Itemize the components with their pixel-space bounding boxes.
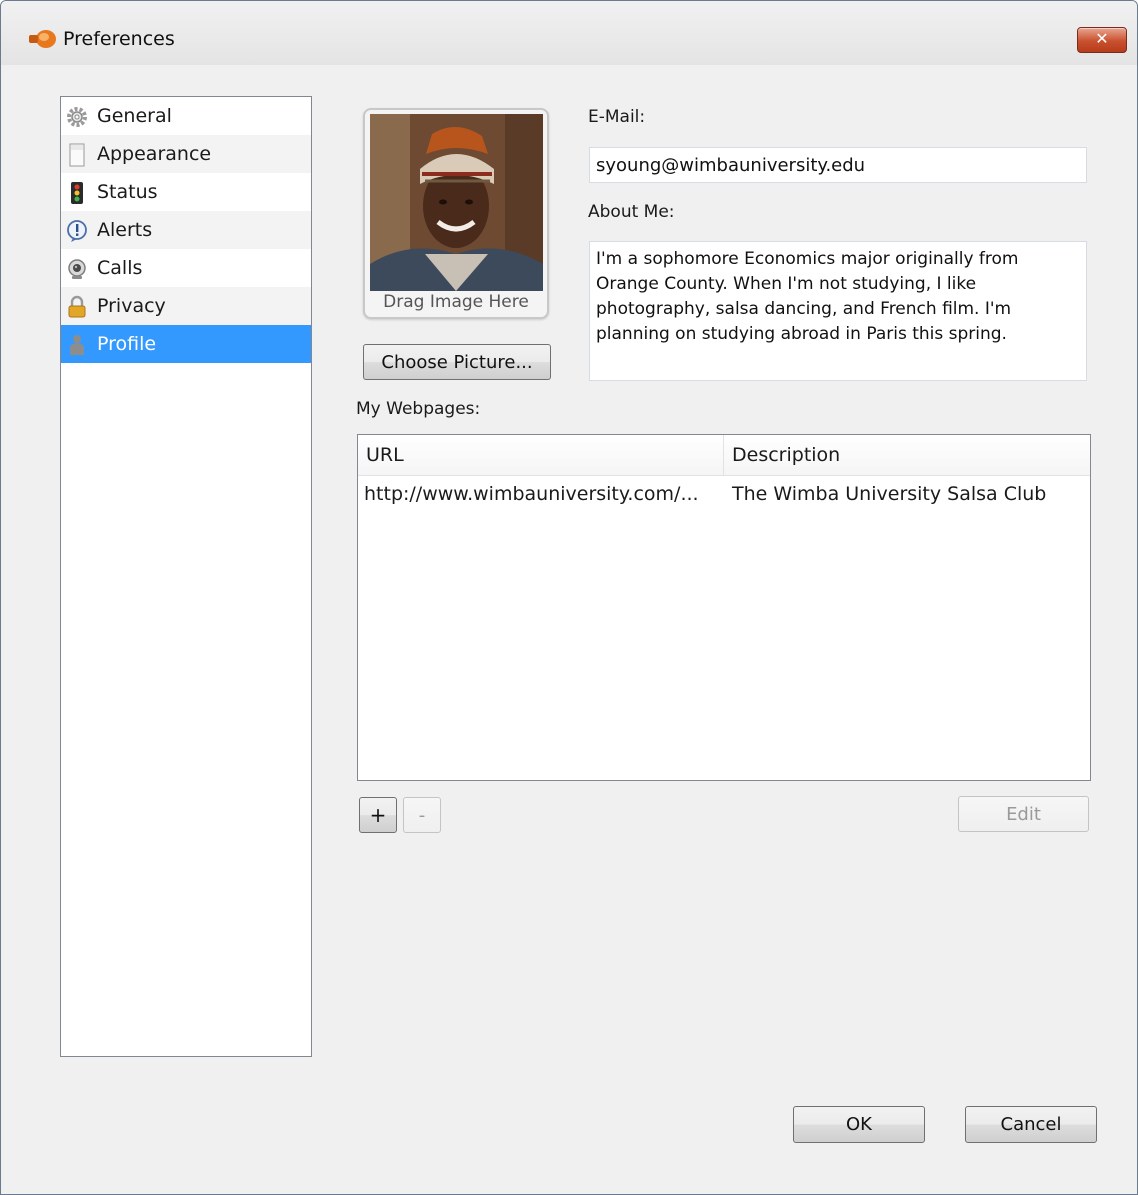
webpages-table: URL Description http://www.wimbauniversi… xyxy=(357,434,1091,781)
lock-icon xyxy=(68,295,86,318)
preferences-window: Preferences ✕ General Appearance Status … xyxy=(0,0,1138,1195)
title-bar: Preferences ✕ xyxy=(1,1,1137,66)
profile-photo-dropzone[interactable]: Drag Image Here xyxy=(363,108,549,319)
edit-webpage-button[interactable]: Edit xyxy=(958,796,1089,832)
remove-webpage-button[interactable]: - xyxy=(403,797,441,833)
close-button[interactable]: ✕ xyxy=(1077,27,1127,53)
traffic-light-icon xyxy=(71,182,83,204)
sidebar-item-label: Calls xyxy=(97,257,143,279)
person-icon xyxy=(70,335,84,355)
column-header-url[interactable]: URL xyxy=(358,435,724,475)
add-webpage-button[interactable]: + xyxy=(359,797,397,833)
ok-button[interactable]: OK xyxy=(793,1106,925,1143)
cell-url: http://www.wimbauniversity.com/... xyxy=(364,483,699,505)
sidebar-item-label: Privacy xyxy=(97,295,166,317)
sidebar-item-privacy[interactable]: Privacy xyxy=(61,287,311,325)
choose-picture-button[interactable]: Choose Picture... xyxy=(363,344,551,380)
table-header: URL Description xyxy=(358,435,1090,476)
sidebar-item-label: Profile xyxy=(97,333,157,355)
sidebar-item-label: General xyxy=(97,105,172,127)
sidebar-item-label: Appearance xyxy=(97,143,212,165)
cancel-button[interactable]: Cancel xyxy=(965,1106,1097,1143)
window-title: Preferences xyxy=(63,28,175,50)
column-header-description[interactable]: Description xyxy=(724,435,1090,475)
sidebar-item-label: Alerts xyxy=(97,219,153,241)
sidebar-item-label: Status xyxy=(97,181,158,203)
profile-photo xyxy=(370,114,543,291)
webcam-icon xyxy=(68,259,86,279)
about-me-label: About Me: xyxy=(588,202,675,222)
app-logo-icon xyxy=(29,30,56,48)
page-icon xyxy=(69,143,85,167)
about-me-field[interactable]: I'm a sophomore Economics major original… xyxy=(589,241,1087,381)
sidebar-item-appearance[interactable]: Appearance xyxy=(61,135,311,173)
sidebar-item-profile[interactable]: Profile xyxy=(61,325,311,363)
sidebar-item-general[interactable]: General xyxy=(61,97,311,135)
email-label: E-Mail: xyxy=(588,107,646,127)
drag-image-hint: Drag Image Here xyxy=(383,292,529,312)
gear-icon xyxy=(67,107,87,127)
webpages-label: My Webpages: xyxy=(356,399,481,419)
table-row[interactable]: http://www.wimbauniversity.com/... The W… xyxy=(358,477,1090,511)
sidebar-item-alerts[interactable]: Alerts xyxy=(61,211,311,249)
sidebar-item-calls[interactable]: Calls xyxy=(61,249,311,287)
close-icon: ✕ xyxy=(1095,29,1109,48)
email-field[interactable] xyxy=(589,147,1087,183)
category-list: General Appearance Status Alerts Calls P… xyxy=(60,96,312,1057)
alert-icon xyxy=(67,220,87,242)
cell-description: The Wimba University Salsa Club xyxy=(732,483,1047,505)
dialog-content: General Appearance Status Alerts Calls P… xyxy=(1,65,1137,1194)
sidebar-item-status[interactable]: Status xyxy=(61,173,311,211)
